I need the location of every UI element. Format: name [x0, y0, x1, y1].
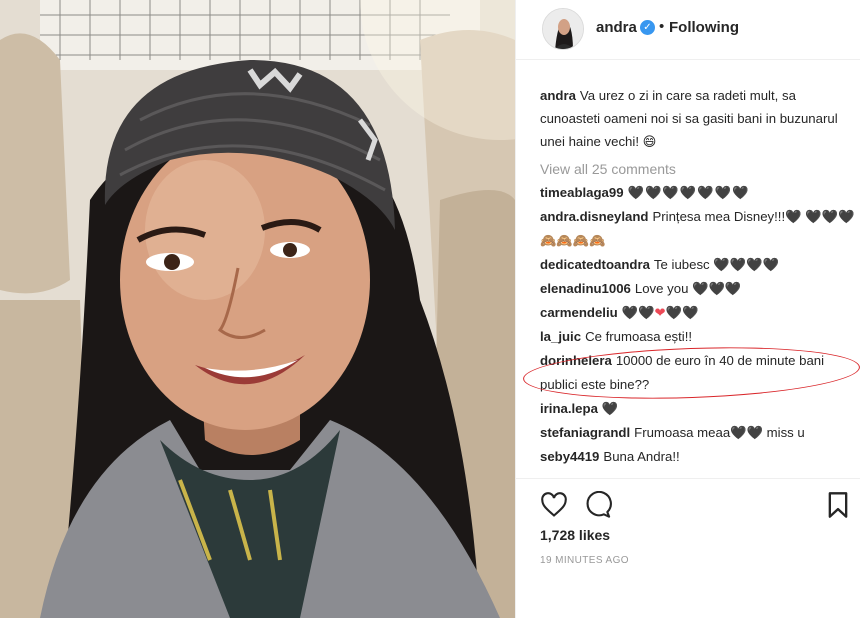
- comment-text: 🖤🖤: [665, 305, 699, 320]
- comment-item: irina.lepa 🖤: [540, 397, 855, 421]
- comment-username[interactable]: dedicatedtoandra: [540, 257, 650, 272]
- bookmark-icon[interactable]: [824, 491, 852, 519]
- comment-item: timeablaga99 🖤🖤🖤🖤🖤🖤🖤: [540, 181, 855, 205]
- avatar[interactable]: [542, 8, 584, 50]
- red-heart-emoji: ❤: [654, 305, 666, 320]
- post-caption: andra Va urez o zi in care sa radeti mult…: [540, 84, 855, 153]
- comment-text: 🖤🖤🖤🖤🖤🖤🖤: [627, 185, 750, 200]
- comment-username[interactable]: seby4419: [540, 449, 599, 464]
- comment-username[interactable]: andra.disneyland: [540, 209, 648, 224]
- view-all-comments-link[interactable]: View all 25 comments: [540, 157, 855, 181]
- post-author-username[interactable]: andra: [596, 19, 637, 36]
- caption-username[interactable]: andra: [540, 88, 576, 103]
- comment-bubble-icon[interactable]: [584, 490, 612, 519]
- comment-username[interactable]: timeablaga99: [540, 185, 624, 200]
- comment-username[interactable]: elenadinu1006: [540, 281, 631, 296]
- comment-text: Buna Andra!!: [603, 449, 680, 464]
- comment-username[interactable]: la_juic: [540, 329, 581, 344]
- heart-icon[interactable]: [540, 491, 568, 519]
- comment-item: stefaniagrandl Frumoasa meaa🖤🖤 miss u: [540, 421, 855, 445]
- comment-text: 🖤🖤: [621, 305, 655, 320]
- verified-badge-icon: ✓: [640, 20, 655, 35]
- post-actions: 1,728 likes 19 MINUTES AGO: [516, 478, 860, 618]
- comment-item: elenadinu1006 Love you 🖤🖤🖤: [540, 277, 855, 301]
- caption-text: Va urez o zi in care sa radeti mult, sa …: [540, 88, 838, 149]
- comment-username[interactable]: stefaniagrandl: [540, 425, 630, 440]
- post-photo[interactable]: [0, 0, 515, 618]
- comment-item: dedicatedtoandra Te iubesc 🖤🖤🖤🖤: [540, 253, 855, 277]
- comments-list: andra Va urez o zi in care sa radeti mult…: [540, 84, 855, 469]
- comment-username[interactable]: irina.lepa: [540, 401, 598, 416]
- comment-item: carmendeliu 🖤🖤❤🖤🖤: [540, 301, 855, 325]
- post-header: andra ✓ • Following: [516, 0, 860, 60]
- comment-text: Ce frumoasa ești!!: [585, 329, 693, 344]
- post-timestamp[interactable]: 19 MINUTES AGO: [540, 555, 629, 566]
- comment-text: Frumoasa meaa🖤🖤 miss u: [634, 425, 805, 440]
- comment-item: la_juic Ce frumoasa ești!!: [540, 325, 855, 349]
- likes-count[interactable]: 1,728 likes: [540, 527, 610, 543]
- comment-text: Love you 🖤🖤🖤: [634, 281, 742, 296]
- comment-text: Te iubesc 🖤🖤🖤🖤: [653, 257, 779, 272]
- post-details-panel: andra ✓ • Following andra Va urez o zi in…: [515, 0, 860, 618]
- comment-username[interactable]: carmendeliu: [540, 305, 618, 320]
- comment-text: 🖤: [601, 401, 619, 416]
- header-separator: •: [659, 18, 665, 35]
- avatar-image: [543, 9, 583, 49]
- comment-item: andra.disneyland Prințesa mea Disney!!!🖤 …: [540, 205, 855, 253]
- following-button[interactable]: Following: [669, 19, 739, 36]
- comment-item: seby4419 Buna Andra!!: [540, 445, 855, 469]
- selfie-illustration: [0, 0, 515, 618]
